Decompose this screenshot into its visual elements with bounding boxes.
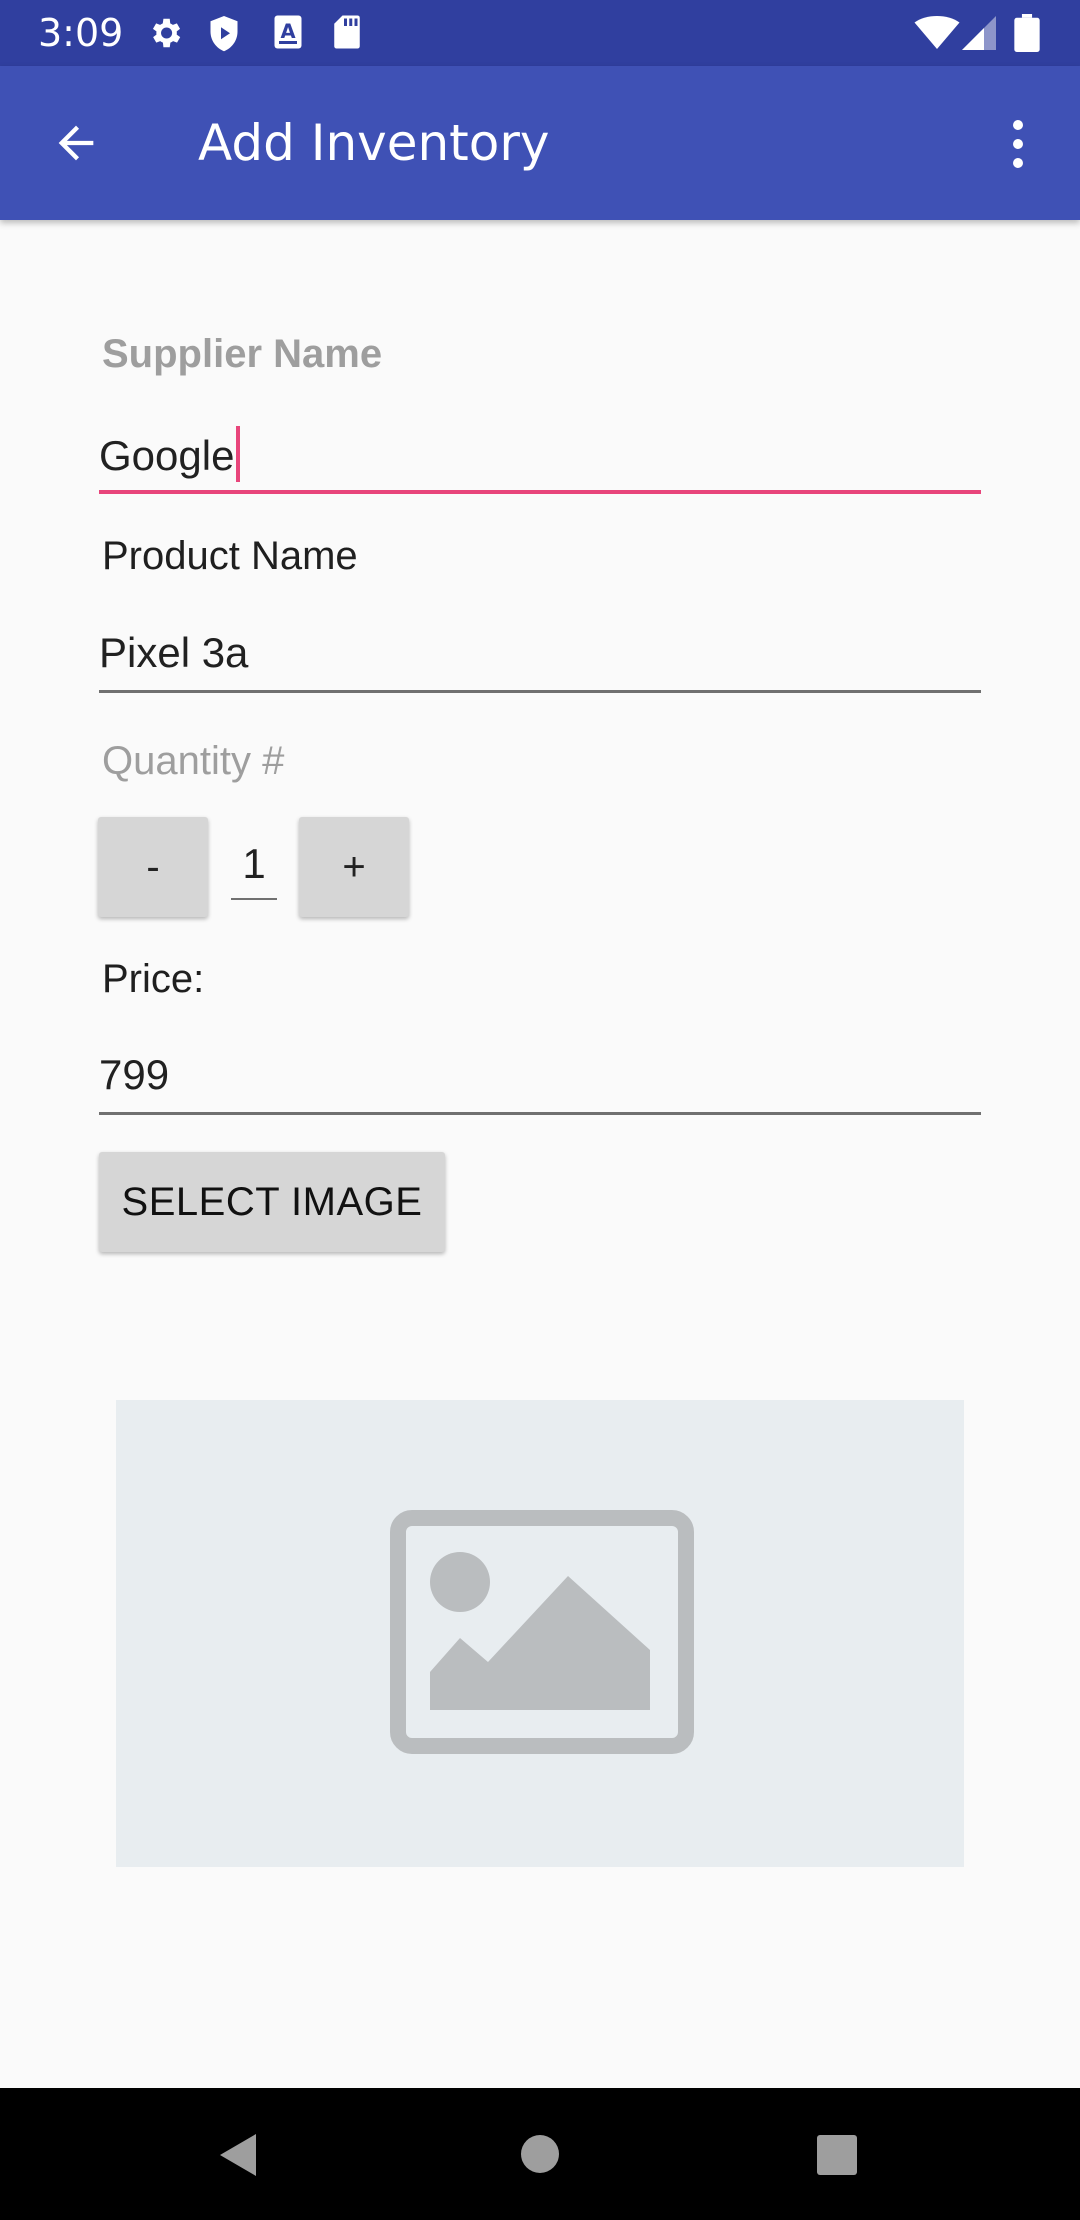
gear-icon [152,18,181,48]
product-name-label: Product Name [102,534,358,578]
price-label: Price: [102,957,205,1001]
image-preview [116,1400,964,1867]
status-time: 3:09 [38,11,124,55]
nav-back-icon[interactable] [216,2132,260,2178]
image-placeholder-icon [390,1510,694,1754]
text-cursor [236,426,241,482]
cell-signal-icon [962,16,996,50]
product-name-field[interactable]: Pixel 3a [99,614,981,693]
quantity-label: Quantity # [102,739,285,783]
status-bar: 3:09 A [0,0,1080,66]
sd-card-icon [334,15,360,49]
select-image-button[interactable]: SELECT IMAGE [99,1152,445,1252]
decrement-quantity-button[interactable]: - [98,817,208,917]
nav-recents-icon[interactable] [816,2134,858,2176]
a-text-icon: A [274,15,302,49]
price-value: 799 [99,1051,170,1098]
add-inventory-screen: 3:09 A Add Inventory Supplier Name Googl… [0,0,1080,2220]
battery-icon [1014,14,1040,52]
supplier-name-label: Supplier Name [102,332,383,376]
quantity-field[interactable]: 1 [231,836,277,900]
overflow-menu-button[interactable] [990,107,1046,179]
price-field[interactable]: 799 [99,1036,981,1115]
page-title: Add Inventory [198,114,550,172]
wifi-icon [914,16,960,49]
increment-quantity-button[interactable]: + [299,817,409,917]
supplier-name-value: Google [99,426,241,483]
svg-text:A: A [280,20,295,43]
shield-play-icon [210,16,238,52]
back-button[interactable] [36,107,116,179]
more-vert-icon [1013,120,1023,168]
arrow-back-icon [58,125,94,161]
product-name-value: Pixel 3a [99,629,249,676]
navigation-bar [0,2088,1080,2220]
supplier-name-field[interactable]: Google [99,414,981,494]
app-bar: Add Inventory [0,66,1080,220]
nav-home-icon[interactable] [520,2134,560,2174]
